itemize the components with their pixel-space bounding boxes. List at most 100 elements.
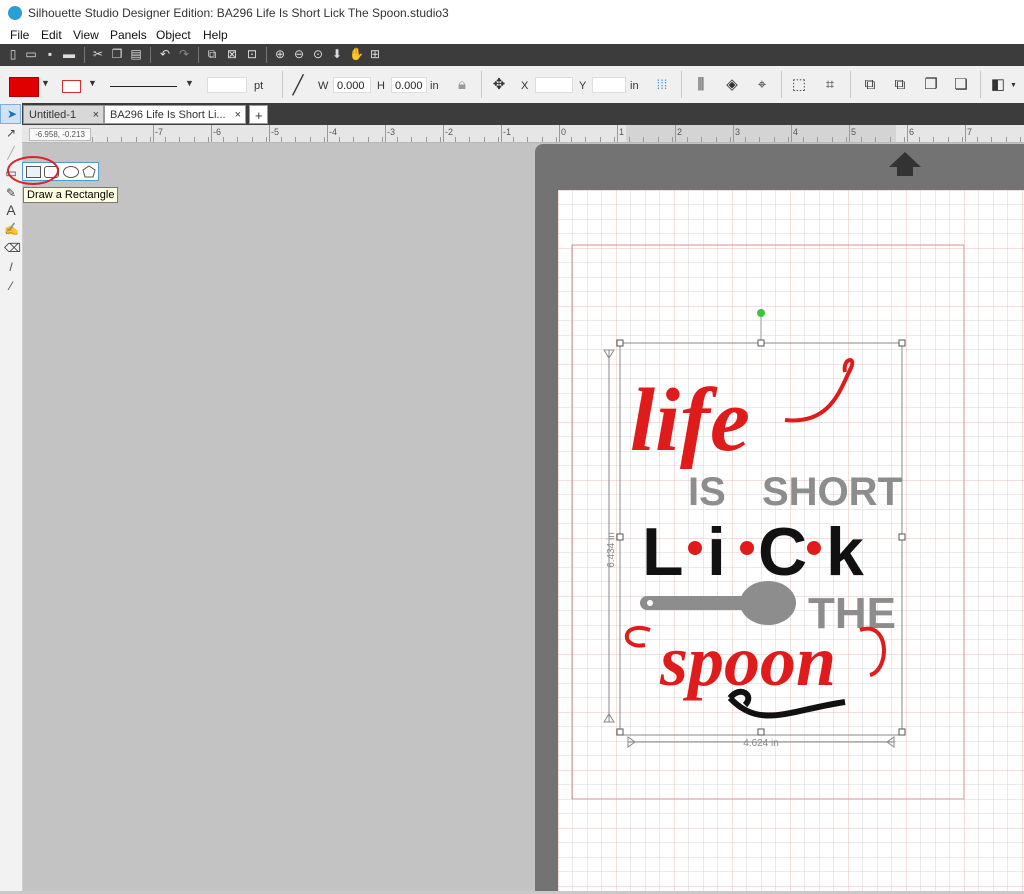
menu-help[interactable]: Help (203, 28, 228, 42)
ellipse-icon[interactable] (63, 166, 79, 178)
ungroup-icon[interactable]: ⊠ (225, 47, 239, 61)
line-icon[interactable]: ╱ (4, 146, 18, 160)
undo-icon[interactable]: ↶ (158, 47, 172, 61)
text-tool-icon[interactable]: A (4, 203, 18, 217)
ruler-minor-tick (585, 137, 586, 142)
compound-icon[interactable]: ⊡ (245, 47, 259, 61)
bring-to-front-icon[interactable]: ⧉ (860, 75, 880, 95)
line-color-swatch[interactable] (62, 80, 81, 93)
ruler-minor-tick (730, 137, 731, 142)
left-toolbar: ➤ ↗ ╱ ▭ ✎ A ✍ ⌫ / ⁄ (0, 103, 23, 891)
fill-color-swatch[interactable] (9, 77, 39, 97)
ruler-tick (327, 125, 328, 142)
ruler-label: -7 (155, 127, 164, 137)
ruler-minor-tick (759, 137, 760, 142)
zoom-out-icon[interactable]: ⊖ (292, 47, 306, 61)
center-to-page-icon[interactable]: ◈ (722, 75, 742, 95)
save-icon[interactable]: ▪ (43, 47, 57, 61)
design-artwork[interactable]: 6.434 in 4.624 in life IS SHORT L i C k … (590, 300, 920, 760)
scale-icon[interactable]: ⬚ (789, 75, 809, 95)
lock-aspect-icon[interactable]: 🔒︎ (452, 75, 472, 95)
add-tab-button[interactable]: + (249, 105, 268, 124)
stroke-width-input[interactable] (207, 77, 247, 93)
group-icon[interactable]: ⧉ (205, 47, 219, 61)
text-edit-icon[interactable]: ✍ (4, 222, 19, 236)
send-backward-icon[interactable]: ❐ (921, 75, 941, 95)
width-label: W (318, 80, 329, 92)
ruler-tick (965, 125, 966, 142)
ruler-minor-tick (658, 137, 659, 142)
menu-file[interactable]: File (10, 28, 29, 42)
crosshair-icon[interactable]: ⌖ (752, 75, 772, 95)
print-icon[interactable]: ▬ (62, 47, 76, 61)
paste-icon[interactable]: ▤ (129, 47, 143, 61)
chevron-down-icon[interactable]: ▼ (1010, 82, 1017, 89)
menu-object[interactable]: Object (156, 28, 191, 42)
ruler-minor-tick (252, 137, 253, 142)
ruler-minor-tick (1020, 137, 1021, 142)
y-position-input[interactable] (592, 77, 626, 93)
ruler-minor-tick (426, 137, 427, 142)
eraser-icon[interactable]: ⌫ (4, 241, 21, 255)
cursor-coordinates: -6.958, -0.213 (29, 128, 91, 141)
menu-panels[interactable]: Panels (110, 28, 147, 42)
knife-icon[interactable]: / (4, 260, 18, 274)
ruler-minor-tick (223, 137, 224, 142)
edit-points-icon[interactable]: ↗ (4, 126, 18, 140)
send-to-back-icon[interactable]: ❏ (951, 75, 971, 95)
ruler-minor-tick (237, 137, 238, 142)
close-icon[interactable]: × (93, 106, 99, 123)
move-down-icon[interactable]: ⬇ (330, 47, 344, 61)
fill-bucket-icon[interactable]: ◧ (988, 75, 1008, 95)
tooltip: Draw a Rectangle (23, 187, 119, 203)
chevron-down-icon[interactable]: ▼ (41, 78, 50, 88)
lick-letter-c: C (758, 514, 807, 590)
toolbar-separator (681, 71, 682, 98)
select-tool[interactable]: ➤ (0, 104, 21, 124)
ruler-minor-tick (542, 137, 543, 142)
close-icon[interactable]: × (235, 106, 241, 123)
pencil-icon[interactable]: ✎ (4, 186, 18, 200)
open-icon[interactable]: ▭ (24, 47, 38, 61)
polygon-icon[interactable] (82, 165, 96, 178)
eyedropper-icon[interactable]: ⁄ (4, 279, 18, 293)
ruler-minor-tick (977, 137, 978, 142)
tab-untitled[interactable]: Untitled-1 × (23, 105, 104, 124)
tab-ba296[interactable]: BA296 Life Is Short Li... × (104, 105, 246, 124)
design-word-life: life (630, 371, 750, 470)
ruler-minor-tick (890, 137, 891, 142)
ruler-minor-tick (281, 137, 282, 142)
chevron-down-icon[interactable]: ▼ (185, 78, 194, 88)
toolbar-separator (84, 47, 85, 63)
height-input[interactable]: 0.000 (391, 77, 427, 93)
align-center-icon[interactable]: ⫼ (691, 75, 711, 95)
menu-edit[interactable]: Edit (41, 28, 62, 42)
width-input[interactable]: 0.000 (333, 77, 371, 93)
chevron-down-icon[interactable]: ▼ (88, 78, 97, 88)
move-icon[interactable]: ✥ (489, 75, 509, 95)
bring-forward-icon[interactable]: ⧉ (890, 75, 910, 95)
new-icon[interactable]: ▯ (6, 47, 20, 61)
menu-view[interactable]: View (73, 28, 99, 42)
zoom-in-icon[interactable]: ⊕ (273, 47, 287, 61)
ruler-label: 2 (677, 127, 683, 137)
cut-icon[interactable]: ✂ (91, 47, 105, 61)
ruler-minor-tick (208, 137, 209, 142)
toolbar-separator (198, 47, 199, 63)
transform-icon[interactable]: ⌗ (820, 75, 840, 95)
line-style-preview[interactable] (110, 86, 177, 87)
zoom-fit-icon[interactable]: ⊙ (311, 47, 325, 61)
line-tool-icon[interactable]: ╱ (288, 75, 308, 95)
reference-point-icon[interactable]: ⁞⁞⁞ (652, 75, 672, 95)
ruler-minor-tick (324, 137, 325, 142)
tab-label: Untitled-1 (29, 109, 77, 121)
x-position-input[interactable] (535, 77, 573, 93)
rotation-handle[interactable] (757, 309, 765, 317)
redo-icon[interactable]: ↷ (177, 47, 191, 61)
ruler-minor-tick (498, 137, 499, 142)
ruler-tick (849, 125, 850, 142)
pan-icon[interactable]: ✋ (349, 47, 364, 61)
copy-icon[interactable]: ❐ (110, 47, 124, 61)
ruler-minor-tick (991, 137, 992, 142)
fit-page-icon[interactable]: ⊞ (368, 47, 382, 61)
